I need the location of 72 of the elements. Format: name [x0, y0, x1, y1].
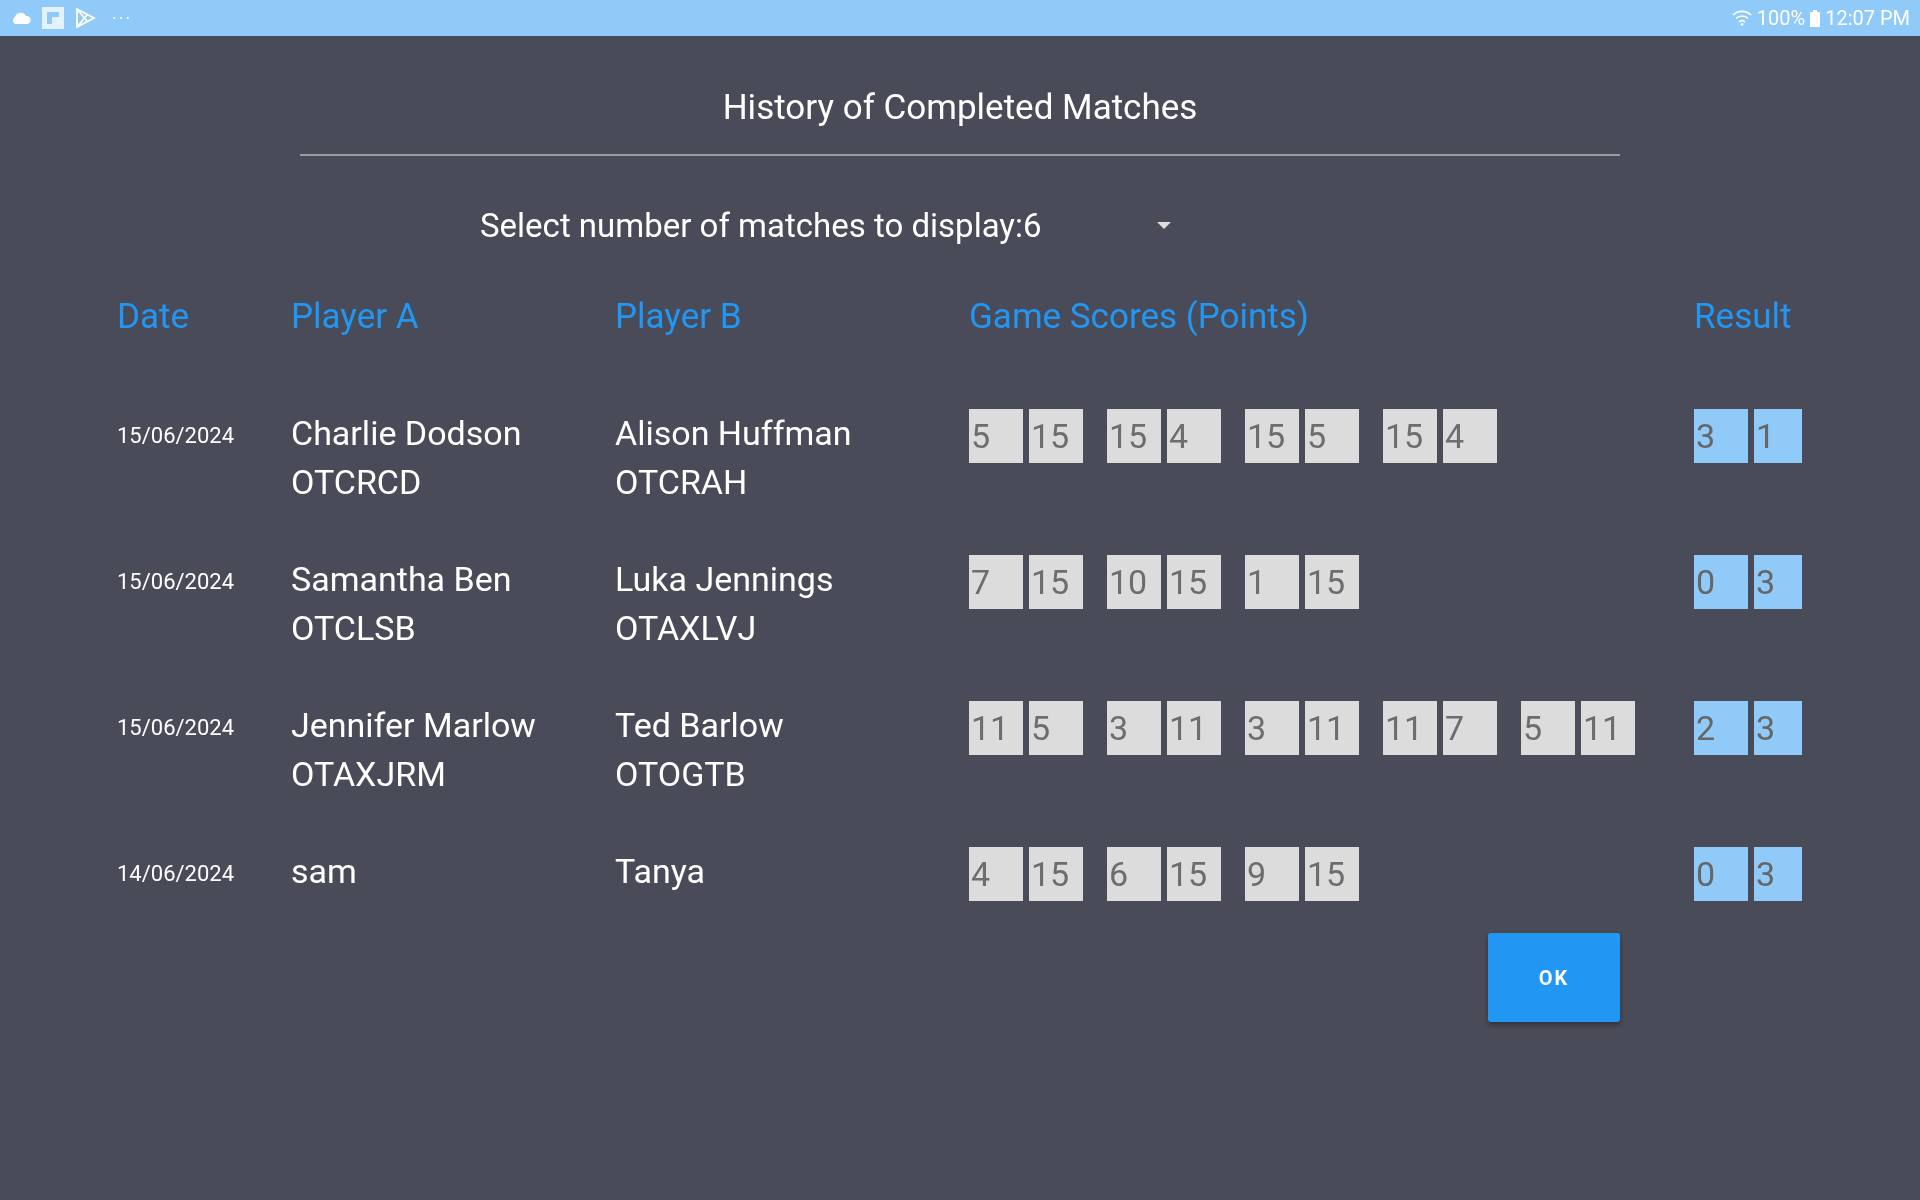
match-date: 14/06/2024	[117, 860, 236, 888]
game-score: 6	[1107, 847, 1161, 901]
game-score: 15	[1029, 847, 1083, 901]
dialog-title: History of Completed Matches	[721, 86, 1199, 130]
game-score: 11	[969, 701, 1023, 755]
player-name: Jennifer Marlow	[291, 704, 537, 747]
game-score: 15	[1167, 847, 1221, 901]
result-score: 0	[1694, 847, 1748, 901]
game-score: 3	[1107, 701, 1161, 755]
result-score: 2	[1694, 701, 1748, 755]
battery-icon	[1810, 9, 1821, 27]
player-code: OTCLSB	[291, 607, 417, 650]
game-score: 15	[1029, 555, 1083, 609]
game-score: 5	[1305, 409, 1359, 463]
column-header: Player B	[615, 295, 743, 339]
clock-time: 12:07 PM	[1825, 6, 1910, 30]
game-score: 15	[1305, 555, 1359, 609]
player-name: Luka Jennings	[615, 558, 835, 601]
game-score: 9	[1245, 847, 1299, 901]
game-score: 10	[1107, 555, 1161, 609]
game-score: 15	[1167, 555, 1221, 609]
match-date: 15/06/2024	[117, 422, 236, 450]
game-score: 7	[1443, 701, 1497, 755]
game-score: 3	[1245, 701, 1299, 755]
cloud-icon	[10, 11, 32, 25]
wifi-icon	[1731, 10, 1752, 26]
game-score: 4	[1443, 409, 1497, 463]
caret-icon	[1156, 221, 1171, 230]
game-score: 15	[1029, 409, 1083, 463]
result-score: 0	[1694, 555, 1748, 609]
player-name: sam	[291, 850, 358, 893]
game-score: 5	[1029, 701, 1083, 755]
match-count-dropdown[interactable]: Select number of matches to display:6	[480, 206, 1171, 245]
column-header: Date	[117, 295, 191, 339]
game-score: 11	[1383, 701, 1437, 755]
game-score: 4	[1167, 409, 1221, 463]
game-score: 11	[1305, 701, 1359, 755]
result-score: 3	[1694, 409, 1748, 463]
column-header: Game Scores (Points)	[969, 295, 1311, 339]
result-score: 1	[1754, 409, 1802, 463]
game-score: 1	[1245, 555, 1299, 609]
game-score: 11	[1581, 701, 1635, 755]
game-score: 15	[1383, 409, 1437, 463]
game-score: 5	[969, 409, 1023, 463]
player-code: OTAXLVJ	[615, 607, 758, 650]
game-score: 11	[1167, 701, 1221, 755]
app-icon	[42, 7, 64, 29]
more-notifications: ···	[112, 7, 133, 29]
play-store-icon	[74, 7, 96, 29]
battery-percent: 100%	[1756, 6, 1806, 30]
game-score: 15	[1107, 409, 1161, 463]
player-name: Tanya	[615, 850, 706, 893]
result-score: 3	[1754, 847, 1802, 901]
game-score: 7	[969, 555, 1023, 609]
player-code: OTOGTB	[615, 753, 747, 796]
game-score: 5	[1521, 701, 1575, 755]
result-score: 3	[1754, 555, 1802, 609]
game-score: 15	[1245, 409, 1299, 463]
player-name: Ted Barlow	[615, 704, 785, 747]
player-name: Charlie Dodson	[291, 412, 523, 455]
game-score: 4	[969, 847, 1023, 901]
game-score: 15	[1305, 847, 1359, 901]
result-score: 3	[1754, 701, 1802, 755]
player-code: OTAXJRM	[291, 753, 447, 796]
match-date: 15/06/2024	[117, 568, 236, 596]
match-date: 15/06/2024	[117, 714, 236, 742]
column-header: Player A	[291, 295, 420, 339]
player-code: OTCRCD	[291, 461, 423, 504]
player-name: Alison Huffman	[615, 412, 853, 455]
player-code: OTCRAH	[615, 461, 749, 504]
player-name: Samantha Ben	[291, 558, 513, 601]
column-header: Result	[1694, 295, 1793, 339]
